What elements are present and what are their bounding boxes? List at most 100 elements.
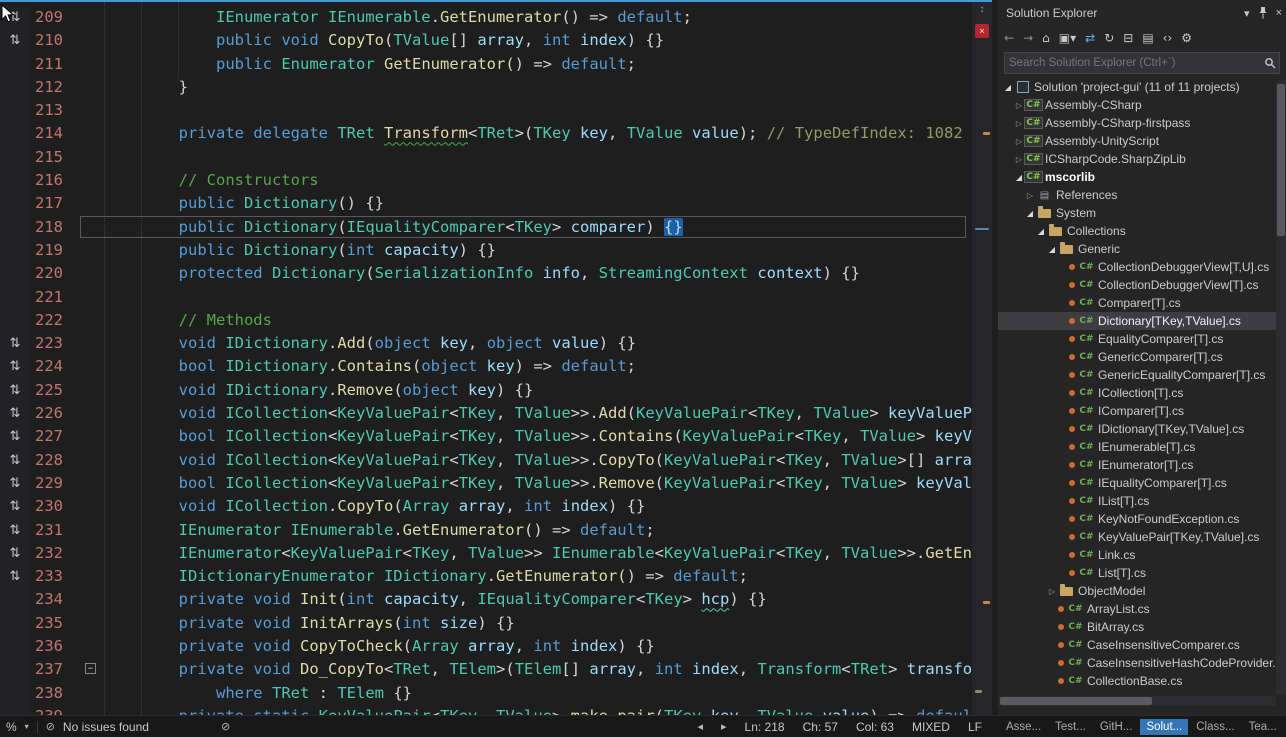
- tree-item[interactable]: C#CollectionDebuggerView[T].cs: [998, 276, 1276, 294]
- collapse-all-icon[interactable]: ⊟: [1123, 31, 1133, 45]
- code-line[interactable]: 222 // Methods: [0, 309, 972, 332]
- tree-item[interactable]: C#IDictionary[TKey,TValue].cs: [998, 420, 1276, 438]
- code-lines[interactable]: ⇅209 IEnumerator IEnumerable.GetEnumerat…: [0, 2, 972, 715]
- chevron-collapsed-icon[interactable]: ▷: [1013, 155, 1025, 164]
- document-health-icon[interactable]: ×: [975, 24, 989, 38]
- chevron-expanded-icon[interactable]: ◢: [1035, 227, 1047, 236]
- tree-item[interactable]: C#IEqualityComparer[T].cs: [998, 474, 1276, 492]
- chevron-collapsed-icon[interactable]: ▷: [1046, 587, 1058, 596]
- tree-item[interactable]: C#EqualityComparer[T].cs: [998, 330, 1276, 348]
- glyph-margin[interactable]: [0, 53, 30, 76]
- code-line[interactable]: 213: [0, 99, 972, 122]
- tree-item[interactable]: C#ICollection[T].cs: [998, 384, 1276, 402]
- chevron-collapsed-icon[interactable]: ▷: [1013, 137, 1025, 146]
- glyph-margin[interactable]: [0, 76, 30, 99]
- code-line[interactable]: 219 public Dictionary(int capacity) {}: [0, 239, 972, 262]
- code-line[interactable]: 237− private void Do_CopyTo<TRet, TElem>…: [0, 658, 972, 681]
- tree-item[interactable]: C#BitArray.cs: [998, 618, 1276, 636]
- glyph-margin[interactable]: [0, 239, 30, 262]
- code-line[interactable]: ⇅225 void IDictionary.Remove(object key)…: [0, 379, 972, 402]
- chevron-down-icon[interactable]: ▾: [25, 722, 29, 731]
- toolwindow-tab[interactable]: Tea...: [1243, 719, 1283, 735]
- tree-item[interactable]: ▷C#Assembly-CSharp: [998, 96, 1276, 114]
- code-line[interactable]: ⇅223 void IDictionary.Add(object key, ob…: [0, 332, 972, 355]
- solution-tree[interactable]: ◢Solution 'project-gui' (11 of 11 projec…: [998, 78, 1276, 694]
- tree-item[interactable]: C#CollectionDebuggerView[T,U].cs: [998, 258, 1276, 276]
- toolwindow-tab[interactable]: Test...: [1049, 719, 1092, 735]
- implements-glyph-icon[interactable]: ⇅: [0, 565, 30, 588]
- glyph-margin[interactable]: [0, 658, 30, 681]
- tree-item[interactable]: C#List[T].cs: [998, 564, 1276, 582]
- tree-item[interactable]: ▷▤References: [998, 186, 1276, 204]
- chevron-expanded-icon[interactable]: ◢: [1013, 173, 1025, 182]
- encoding-indicator[interactable]: MIXED: [912, 720, 950, 734]
- code-editor[interactable]: ⇅209 IEnumerator IEnumerable.GetEnumerat…: [0, 0, 992, 715]
- code-line[interactable]: ⇅232 IEnumerator<KeyValuePair<TKey, TVal…: [0, 542, 972, 565]
- col-indicator[interactable]: Col: 63: [856, 720, 894, 734]
- refresh-icon[interactable]: ↻: [1104, 31, 1114, 45]
- tree-item[interactable]: C#GenericComparer[T].cs: [998, 348, 1276, 366]
- implements-glyph-icon[interactable]: ⇅: [0, 495, 30, 518]
- chevron-expanded-icon[interactable]: ◢: [1024, 209, 1036, 218]
- code-line[interactable]: ⇅226 void ICollection<KeyValuePair<TKey,…: [0, 402, 972, 425]
- char-indicator[interactable]: Ch: 57: [803, 720, 838, 734]
- chevron-collapsed-icon[interactable]: ▷: [1013, 119, 1025, 128]
- glyph-margin[interactable]: [0, 262, 30, 285]
- tree-item[interactable]: C#IEnumerable[T].cs: [998, 438, 1276, 456]
- implements-glyph-icon[interactable]: ⇅: [0, 542, 30, 565]
- tree-item[interactable]: ◢Solution 'project-gui' (11 of 11 projec…: [998, 78, 1276, 96]
- implements-glyph-icon[interactable]: ⇅: [0, 29, 30, 52]
- glyph-margin[interactable]: [0, 635, 30, 658]
- tree-item[interactable]: ◢System: [998, 204, 1276, 222]
- implements-glyph-icon[interactable]: ⇅: [0, 6, 30, 29]
- chevron-expanded-icon[interactable]: ◢: [1046, 245, 1058, 254]
- collapse-region-icon[interactable]: −: [85, 663, 96, 674]
- tree-item[interactable]: C#GenericEqualityComparer[T].cs: [998, 366, 1276, 384]
- toolwindow-tab[interactable]: Class...: [1190, 719, 1240, 735]
- tree-item[interactable]: C#CaseInsensitiveHashCodeProvider.cs: [998, 654, 1276, 672]
- tree-item[interactable]: ◢Generic: [998, 240, 1276, 258]
- home-icon[interactable]: ⌂: [1042, 31, 1050, 45]
- show-all-files-icon[interactable]: ▤: [1142, 31, 1153, 45]
- code-line[interactable]: 211 public Enumerator GetEnumerator() =>…: [0, 53, 972, 76]
- tree-item[interactable]: C#IComparer[T].cs: [998, 402, 1276, 420]
- tree-item[interactable]: C#IList[T].cs: [998, 492, 1276, 510]
- tree-item[interactable]: C#IEnumerator[T].cs: [998, 456, 1276, 474]
- split-grip-icon[interactable]: ↕: [972, 4, 992, 15]
- code-line[interactable]: 218 public Dictionary(IEqualityComparer<…: [0, 216, 972, 239]
- view-code-icon[interactable]: ‹›: [1163, 31, 1173, 45]
- tree-item[interactable]: C#CaseInsensitiveComparer.cs: [998, 636, 1276, 654]
- code-line[interactable]: 235 private void InitArrays(int size) {}: [0, 612, 972, 635]
- solution-explorer-titlebar[interactable]: Solution Explorer ▾×: [998, 0, 1286, 26]
- code-line[interactable]: 239 private static KeyValuePair<TKey, TV…: [0, 705, 972, 715]
- tree-item[interactable]: ◢Collections: [998, 222, 1276, 240]
- code-line[interactable]: 216 // Constructors: [0, 169, 972, 192]
- tree-item[interactable]: ▷ObjectModel: [998, 582, 1276, 600]
- tree-horizontal-scrollbar[interactable]: [998, 696, 1276, 706]
- tree-item[interactable]: C#Link.cs: [998, 546, 1276, 564]
- search-icon[interactable]: [1261, 57, 1279, 69]
- nav-back-icon[interactable]: ←: [1004, 31, 1014, 45]
- code-line[interactable]: ⇅229 bool ICollection<KeyValuePair<TKey,…: [0, 472, 972, 495]
- code-line[interactable]: 217 public Dictionary() {}: [0, 192, 972, 215]
- code-line[interactable]: 212 }: [0, 76, 972, 99]
- code-line[interactable]: 214 private delegate TRet Transform<TRet…: [0, 122, 972, 145]
- glyph-margin[interactable]: [0, 99, 30, 122]
- tree-item[interactable]: C#Dictionary[TKey,TValue].cs: [998, 312, 1276, 330]
- editor-scrollbar[interactable]: ↕ ×: [972, 2, 992, 715]
- next-issue-icon[interactable]: ▸: [721, 720, 727, 733]
- implements-glyph-icon[interactable]: ⇅: [0, 472, 30, 495]
- no-issues-icon[interactable]: ⊘: [46, 720, 55, 733]
- toolwindow-tab[interactable]: Solut...: [1140, 719, 1188, 735]
- implements-glyph-icon[interactable]: ⇅: [0, 402, 30, 425]
- chevron-expanded-icon[interactable]: ◢: [1002, 83, 1014, 92]
- nav-forward-icon[interactable]: →: [1023, 31, 1033, 45]
- sync-active-document-icon[interactable]: ⇄: [1085, 31, 1095, 45]
- prev-issue-icon[interactable]: ◂: [697, 720, 703, 733]
- chevron-collapsed-icon[interactable]: ▷: [1024, 191, 1036, 200]
- implements-glyph-icon[interactable]: ⇅: [0, 425, 30, 448]
- code-line[interactable]: ⇅210 public void CopyTo(TValue[] array, …: [0, 29, 972, 52]
- code-line[interactable]: ⇅230 void ICollection.CopyTo(Array array…: [0, 495, 972, 518]
- tree-item[interactable]: C#KeyNotFoundException.cs: [998, 510, 1276, 528]
- scrollbar-thumb[interactable]: [1000, 697, 1152, 705]
